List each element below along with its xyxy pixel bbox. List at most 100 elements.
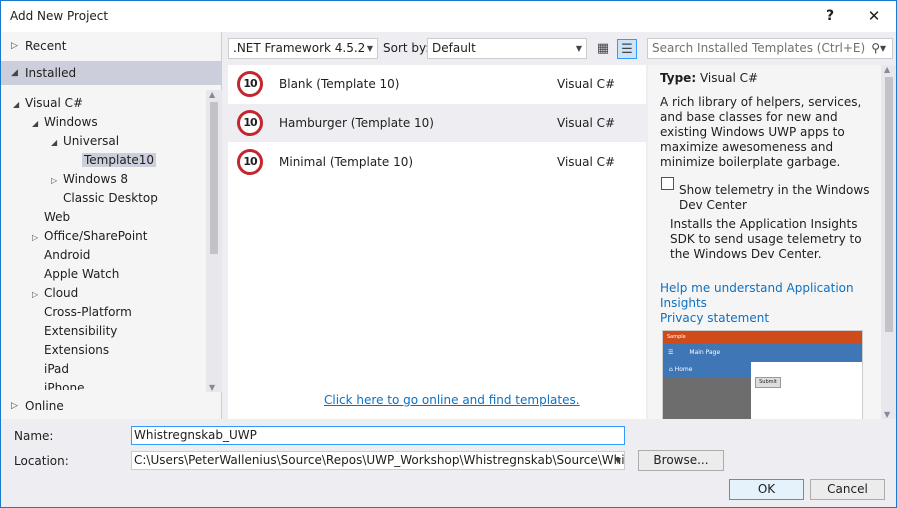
scroll-thumb[interactable] bbox=[885, 77, 893, 332]
preview-page-title: Main Page bbox=[689, 349, 721, 356]
framework-dropdown[interactable]: .NET Framework 4.5.2 ▼ bbox=[228, 38, 378, 59]
tree-item-classic-desktop[interactable]: Classic Desktop bbox=[51, 189, 158, 208]
tree-item-extensibility[interactable]: Extensibility bbox=[32, 322, 117, 341]
preview-nav-label: Home bbox=[674, 366, 693, 373]
section-installed-label: Installed bbox=[25, 66, 77, 80]
tree-item-label: Classic Desktop bbox=[63, 191, 158, 205]
type-label: Type: bbox=[660, 71, 697, 85]
tree-item-label: iPad bbox=[44, 362, 70, 376]
add-new-project-dialog: Add New Project ? ✕ ▷ Recent ◢ Installed… bbox=[0, 0, 897, 508]
template-list: 10 Blank (Template 10) Visual C# 10 Hamb… bbox=[228, 65, 646, 419]
tree-item-label: Extensions bbox=[44, 343, 110, 357]
tree-item-label: Apple Watch bbox=[44, 267, 120, 281]
tree-item-iphone[interactable]: iPhone bbox=[32, 379, 85, 390]
hamburger-icon: ☰ bbox=[668, 349, 674, 356]
tree-item-label: Web bbox=[44, 210, 71, 224]
template-preview-image: Sample ☰ Main Page ⌂ Home Submit bbox=[662, 330, 863, 419]
telemetry-description: Installs the Application Insights SDK to… bbox=[670, 217, 862, 261]
tree-arrow-icon: ◢ bbox=[13, 100, 20, 109]
section-recent-label: Recent bbox=[25, 39, 67, 53]
tree-item-label: Office/SharePoint bbox=[44, 229, 148, 243]
scroll-up-icon[interactable]: ▲ bbox=[884, 65, 890, 74]
template-row-hamburger[interactable]: 10 Hamburger (Template 10) Visual C# bbox=[228, 104, 646, 142]
section-installed[interactable]: ◢ Installed bbox=[1, 61, 222, 85]
tree-item-label: iPhone bbox=[44, 381, 85, 390]
tree-item-universal[interactable]: ◢ Universal bbox=[51, 132, 119, 151]
dialog-title: Add New Project bbox=[10, 9, 109, 23]
help-button[interactable]: ? bbox=[818, 5, 842, 27]
search-placeholder: Search Installed Templates (Ctrl+E) bbox=[652, 41, 866, 55]
tree-item-ipad[interactable]: iPad bbox=[32, 360, 69, 379]
tree-item-extensions[interactable]: Extensions bbox=[32, 341, 109, 360]
ok-button[interactable]: OK bbox=[729, 479, 804, 500]
expand-arrow-icon: ▷ bbox=[11, 401, 18, 411]
project-name-value: Whistregnskab_UWP bbox=[134, 428, 257, 442]
sort-dropdown[interactable]: Default ▼ bbox=[427, 38, 587, 59]
browse-button[interactable]: Browse... bbox=[638, 450, 724, 471]
template-row-minimal[interactable]: 10 Minimal (Template 10) Visual C# bbox=[228, 143, 646, 181]
type-line: Type: Visual C# bbox=[660, 71, 878, 86]
telemetry-checkbox[interactable] bbox=[661, 177, 674, 190]
tree-arrow-icon: ▷ bbox=[51, 176, 58, 185]
preview-titlebar: Sample bbox=[663, 331, 862, 344]
tree-item-label: Extensibility bbox=[44, 324, 118, 338]
small-icons-view-icon[interactable]: ▦ bbox=[593, 39, 613, 59]
sort-by-label: Sort by: bbox=[383, 41, 430, 55]
help-understand-link[interactable]: Help me understand Application Insights bbox=[660, 281, 878, 311]
tree-item-apple-watch[interactable]: Apple Watch bbox=[32, 265, 119, 284]
scroll-up-icon[interactable]: ▲ bbox=[209, 90, 215, 99]
tree-arrow-icon: ◢ bbox=[51, 138, 58, 147]
project-name-input[interactable]: Whistregnskab_UWP bbox=[131, 426, 625, 445]
tree-item-label: Template10 bbox=[82, 153, 157, 167]
category-panel: ▷ Recent ◢ Installed ◢ Visual C# ◢ Windows… bbox=[1, 32, 222, 419]
search-icon[interactable]: ⚲▾ bbox=[871, 39, 886, 58]
tree-item-label: Windows 8 bbox=[63, 172, 129, 186]
template-name: Minimal (Template 10) bbox=[279, 155, 414, 169]
preview-header: ☰ Main Page bbox=[663, 344, 862, 362]
tree-item-visual-csharp[interactable]: ◢ Visual C# bbox=[13, 94, 83, 113]
online-templates-link[interactable]: Click here to go online and find templat… bbox=[324, 393, 580, 407]
tree-arrow-icon: ▷ bbox=[32, 290, 39, 299]
telemetry-checkbox-label[interactable]: Show telemetry in the Windows Dev Center bbox=[660, 183, 878, 213]
section-recent[interactable]: ▷ Recent bbox=[1, 34, 222, 58]
close-button[interactable]: ✕ bbox=[862, 5, 886, 27]
tree-item-label: Cross-Platform bbox=[44, 305, 132, 319]
template-language: Visual C# bbox=[557, 155, 616, 169]
scroll-thumb[interactable] bbox=[210, 102, 218, 254]
template10-logo-icon: 10 bbox=[237, 71, 263, 97]
template10-logo-icon: 10 bbox=[237, 149, 263, 175]
tree-item-office-sharepoint[interactable]: ▷ Office/SharePoint bbox=[32, 227, 148, 246]
tree-item-cloud[interactable]: ▷ Cloud bbox=[32, 284, 78, 303]
tree-arrow-icon: ▷ bbox=[32, 233, 39, 242]
scroll-down-icon[interactable]: ▼ bbox=[884, 410, 890, 419]
tree-item-label: Android bbox=[44, 248, 91, 262]
detail-scrollbar[interactable]: ▲ ▼ bbox=[881, 65, 896, 419]
tree-item-cross-platform[interactable]: Cross-Platform bbox=[32, 303, 132, 322]
scroll-down-icon[interactable]: ▼ bbox=[209, 383, 215, 392]
project-form: Name: Whistregnskab_UWP Location: C:\Use… bbox=[1, 420, 896, 507]
tree-scrollbar[interactable]: ▲ ▼ bbox=[206, 90, 222, 392]
expand-arrow-icon: ▷ bbox=[11, 41, 18, 51]
cancel-button[interactable]: Cancel bbox=[810, 479, 885, 500]
tree-item-windows8[interactable]: ▷ Windows 8 bbox=[51, 170, 128, 189]
tree-item-android[interactable]: Android bbox=[32, 246, 90, 265]
chevron-down-icon: ▼ bbox=[614, 456, 621, 465]
privacy-statement-link[interactable]: Privacy statement bbox=[660, 311, 878, 326]
list-view-icon[interactable]: ☰ bbox=[617, 39, 637, 59]
tree-item-template10[interactable]: Template10 bbox=[70, 151, 157, 170]
template-category-tree: ◢ Visual C# ◢ Windows ◢ Universal Template1… bbox=[1, 90, 206, 390]
template-language: Visual C# bbox=[557, 116, 616, 130]
template-row-blank[interactable]: 10 Blank (Template 10) Visual C# bbox=[228, 65, 646, 103]
chevron-down-icon: ▼ bbox=[575, 44, 582, 53]
tree-item-label: Universal bbox=[63, 134, 120, 148]
template-toolbar: .NET Framework 4.5.2 ▼ Sort by: Default … bbox=[223, 36, 896, 62]
search-templates-input[interactable]: Search Installed Templates (Ctrl+E) ⚲▾ bbox=[647, 38, 893, 59]
tree-item-web[interactable]: Web bbox=[32, 208, 70, 227]
preview-nav-home: ⌂ Home bbox=[663, 362, 751, 378]
sort-value: Default bbox=[432, 41, 476, 55]
template10-logo-icon: 10 bbox=[237, 110, 263, 136]
location-combobox[interactable]: C:\Users\PeterWallenius\Source\Repos\UWP… bbox=[131, 451, 625, 470]
tree-item-windows[interactable]: ◢ Windows bbox=[32, 113, 98, 132]
section-online[interactable]: ▷ Online bbox=[1, 394, 222, 418]
name-label: Name: bbox=[14, 429, 54, 443]
